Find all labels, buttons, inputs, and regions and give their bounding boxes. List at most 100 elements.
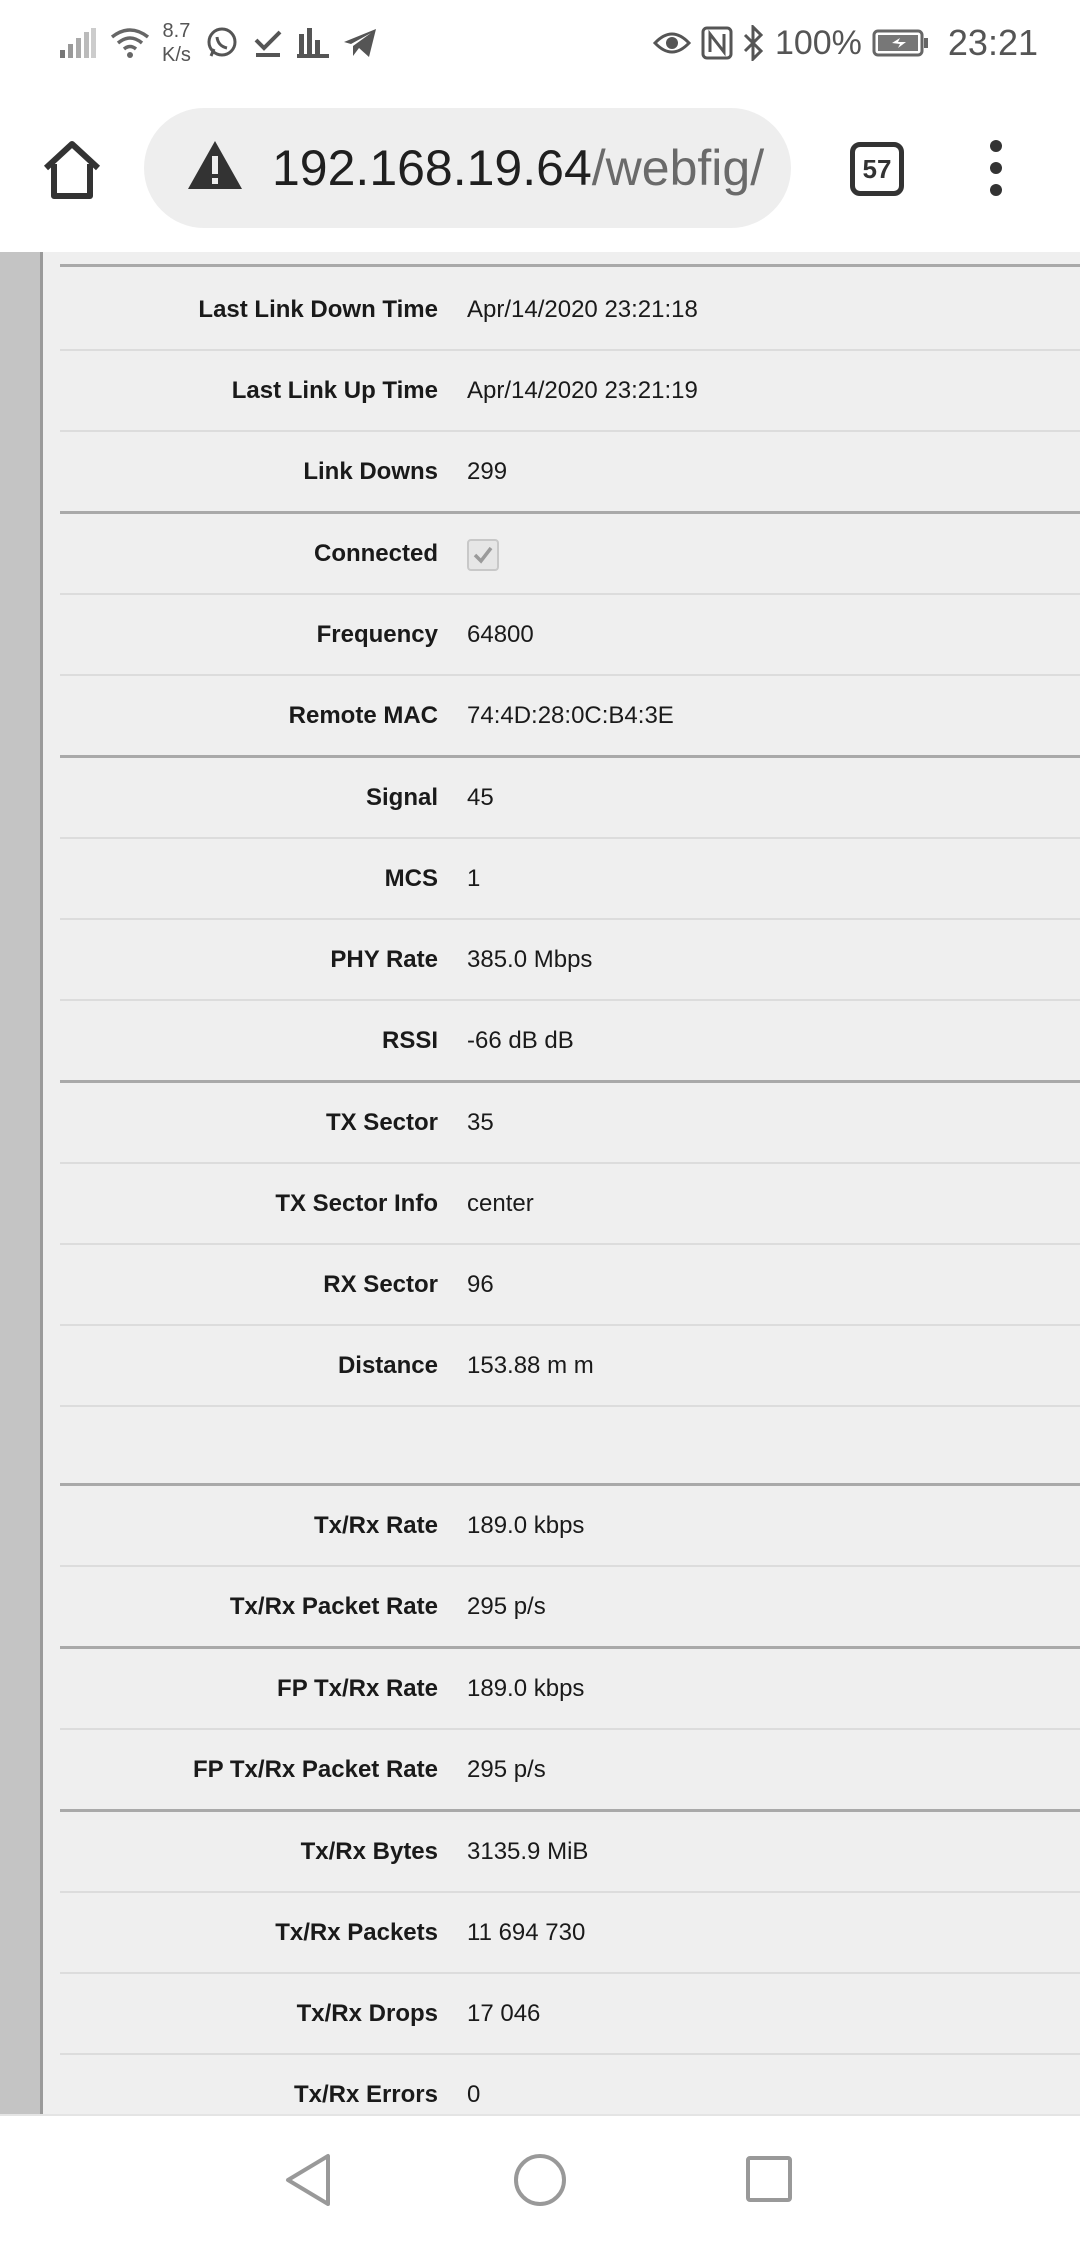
download-done-icon — [253, 28, 283, 58]
row-label: Signal — [365, 784, 438, 811]
row-value: 74:4D:28:0C:B4:3E — [467, 702, 674, 729]
table-row: RSSI -66 dB dB — [60, 1001, 1080, 1083]
row-label: FP Tx/Rx Packet Rate — [192, 1756, 438, 1783]
table-row: RX Sector 96 — [60, 1245, 1080, 1326]
table-row: Remote MAC 74:4D:28:0C:B4:3E — [60, 676, 1080, 758]
eye-icon — [652, 29, 691, 57]
table-row: Last Link Down Time Apr/14/2020 23:21:18 — [60, 270, 1080, 351]
url-path: /webfig/ — [591, 140, 765, 196]
not-secure-warning-icon[interactable] — [186, 138, 244, 197]
recent-apps-icon — [746, 2156, 792, 2202]
row-label: Tx/Rx Bytes — [300, 1838, 438, 1865]
row-label: Tx/Rx Packet Rate — [229, 1593, 438, 1620]
wifi-icon — [110, 27, 150, 59]
table-row: TX Sector Info center — [60, 1164, 1080, 1245]
more-vert-icon — [990, 140, 1002, 196]
row-label: Frequency — [316, 621, 438, 648]
row-label: Tx/Rx Errors — [293, 2081, 438, 2108]
row-label: PHY Rate — [330, 946, 438, 973]
home-icon — [43, 141, 101, 199]
table-spacer-row — [60, 1407, 1080, 1486]
row-label: Tx/Rx Rate — [313, 1512, 438, 1539]
table-row: TX Sector 35 — [60, 1083, 1080, 1164]
home-button[interactable] — [38, 136, 106, 204]
table-row: FP Tx/Rx Packet Rate 295 p/s — [60, 1730, 1080, 1812]
row-value: 64800 — [467, 621, 534, 648]
whatsapp-icon — [205, 26, 239, 60]
table-row: Tx/Rx Bytes 3135.9 MiB — [60, 1812, 1080, 1893]
table-row: FP Tx/Rx Rate 189.0 kbps — [60, 1649, 1080, 1730]
row-value: 299 — [467, 458, 508, 485]
row-label: RSSI — [381, 1027, 438, 1054]
row-label: Distance — [337, 1352, 438, 1379]
address-bar[interactable]: 192.168.19.64/webfig/ — [144, 108, 791, 228]
url-text[interactable]: 192.168.19.64/webfig/ — [272, 136, 764, 200]
row-value: 0 — [467, 2081, 481, 2108]
system-navigation-bar — [0, 2114, 1080, 2246]
row-label: TX Sector — [325, 1109, 438, 1136]
row-value: center — [467, 1190, 534, 1217]
row-value: Apr/14/2020 23:21:18 — [467, 296, 698, 323]
checkmark-icon — [473, 546, 493, 564]
table-row: Tx/Rx Packets 11 694 730 — [60, 1893, 1080, 1974]
row-label: FP Tx/Rx Rate — [277, 1675, 438, 1702]
network-speed: 8.7 K/s — [162, 19, 191, 67]
wireless-status-table: Last Link Down Time Apr/14/2020 23:21:18 L… — [60, 252, 1080, 2114]
bar-chart-icon — [296, 28, 329, 58]
row-value: 295 p/s — [467, 1756, 546, 1783]
table-row: PHY Rate 385.0 Mbps — [60, 920, 1080, 1001]
table-row: Signal 45 — [60, 758, 1080, 839]
bluetooth-icon — [743, 25, 765, 61]
webfig-page[interactable]: Last Link Down Time Apr/14/2020 23:21:18 L… — [0, 252, 1080, 2114]
recent-apps-button[interactable] — [744, 2154, 794, 2209]
overflow-menu-button[interactable] — [978, 138, 1014, 198]
table-row: Tx/Rx Errors 0 — [60, 2055, 1080, 2114]
network-speed-unit: K/s — [162, 44, 191, 66]
row-value: 189.0 kbps — [467, 1512, 585, 1539]
row-label: Last Link Up Time — [231, 377, 438, 404]
row-label: RX Sector — [323, 1271, 438, 1298]
row-label: TX Sector Info — [275, 1190, 438, 1217]
tab-switcher-button[interactable]: 57 — [850, 142, 904, 196]
back-button[interactable] — [282, 2152, 334, 2213]
home-circle-icon — [514, 2154, 566, 2206]
row-value: 1 — [467, 865, 481, 892]
browser-toolbar: 192.168.19.64/webfig/ 57 — [0, 86, 1080, 252]
left-sidebar-edge — [40, 252, 43, 2114]
table-row: Tx/Rx Drops 17 046 — [60, 1974, 1080, 2055]
row-value: 11 694 730 — [467, 1919, 586, 1946]
network-speed-value: 8.7 — [162, 20, 191, 42]
table-row: Tx/Rx Rate 189.0 kbps — [60, 1486, 1080, 1567]
table-row: Last Link Up Time Apr/14/2020 23:21:19 — [60, 351, 1080, 432]
table-row: Tx/Rx Packet Rate 295 p/s — [60, 1567, 1080, 1649]
row-value: 3135.9 MiB — [467, 1838, 589, 1865]
row-value: 385.0 Mbps — [467, 946, 593, 973]
connected-checkbox[interactable] — [467, 539, 499, 571]
status-bar: 8.7 K/s 100% 23:21 — [0, 0, 1080, 86]
table-row: Distance 153.88 m m — [60, 1326, 1080, 1407]
row-value: 96 — [467, 1271, 494, 1298]
row-value: -66 dB dB — [467, 1027, 574, 1054]
nfc-icon — [701, 26, 733, 60]
row-value: 189.0 kbps — [467, 1675, 585, 1702]
row-label: Last Link Down Time — [198, 296, 438, 323]
row-label: MCS — [384, 865, 438, 892]
table-row: Link Downs 299 — [60, 432, 1080, 514]
signal-icon — [60, 28, 96, 58]
url-host: 192.168.19.64 — [272, 140, 592, 196]
row-value: 17 046 — [467, 2000, 541, 2027]
clock: 23:21 — [947, 22, 1038, 63]
battery-percent: 100% — [774, 23, 862, 62]
left-sidebar-rail — [0, 252, 40, 2114]
row-label: Remote MAC — [288, 702, 438, 729]
table-row: Frequency 64800 — [60, 595, 1080, 676]
row-label: Tx/Rx Packets — [275, 1919, 438, 1946]
tab-count: 57 — [862, 153, 892, 184]
table-row: MCS 1 — [60, 839, 1080, 920]
telegram-icon — [343, 28, 377, 58]
back-icon — [286, 2154, 330, 2206]
table-top-spacer — [60, 252, 1080, 270]
table-top-divider — [60, 264, 1080, 267]
row-value: 153.88 m m — [467, 1352, 594, 1379]
home-nav-button[interactable] — [512, 2152, 568, 2213]
